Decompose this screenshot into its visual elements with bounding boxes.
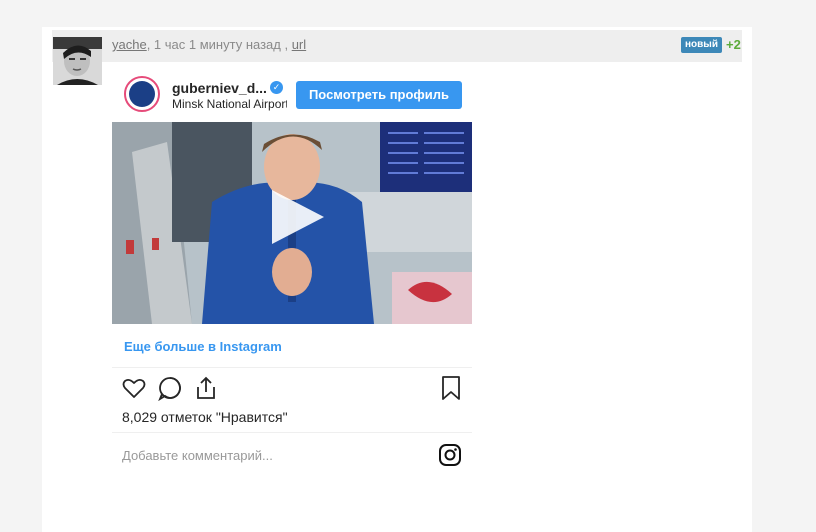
likes-count: 8,029 отметок "Нравится" [122, 409, 288, 425]
ig-location[interactable]: Minsk National Airport [172, 97, 287, 111]
divider [112, 367, 472, 368]
heart-icon[interactable] [121, 375, 147, 401]
comment-icon[interactable] [157, 375, 183, 401]
bookmark-icon[interactable] [438, 375, 464, 401]
instagram-logo-icon[interactable] [438, 443, 462, 467]
comment-time: , 1 час 1 минуту назад , [146, 37, 289, 52]
view-profile-button[interactable]: Посмотреть профиль [296, 81, 462, 109]
share-icon[interactable] [193, 375, 219, 401]
ig-username[interactable]: guberniev_d... [172, 80, 267, 96]
new-badge: новый [681, 37, 722, 53]
ig-profile-avatar[interactable] [124, 76, 160, 112]
play-icon[interactable] [264, 186, 326, 248]
add-comment-field[interactable]: Добавьте комментарий... [122, 447, 273, 464]
divider [112, 432, 472, 433]
verified-icon: ✓ [270, 81, 283, 94]
author-link[interactable]: yache [112, 37, 147, 52]
comment-score: +2 [726, 37, 741, 52]
comment-meta: yache, 1 час 1 минуту назад , url [112, 36, 306, 53]
more-on-instagram-link[interactable]: Еще больше в Instagram [124, 338, 282, 355]
user-avatar[interactable] [53, 37, 102, 85]
comment-url-link[interactable]: url [292, 37, 306, 52]
